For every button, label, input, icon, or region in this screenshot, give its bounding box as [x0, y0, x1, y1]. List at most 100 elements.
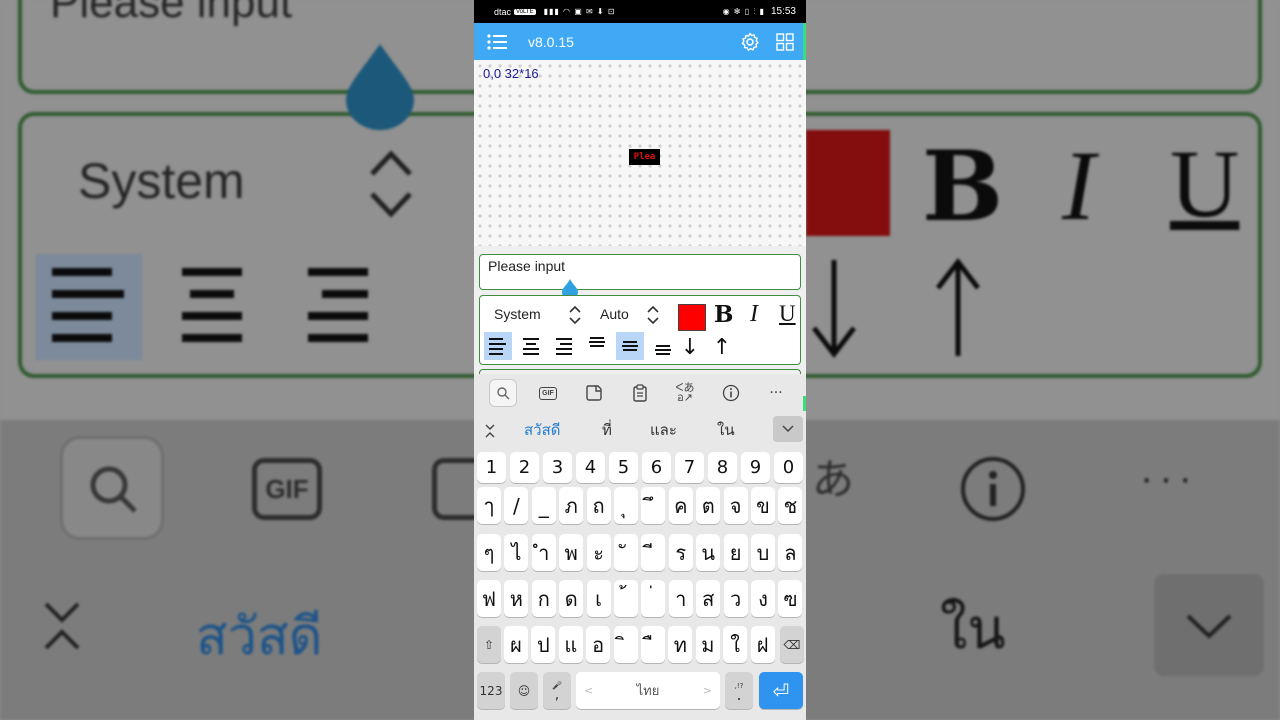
key-letter[interactable]: ี	[641, 534, 666, 571]
key-letter[interactable]: /	[504, 487, 529, 524]
key-letter[interactable]: ต	[696, 487, 721, 524]
key-letter[interactable]: ห	[504, 580, 529, 617]
layout-button[interactable]	[772, 29, 798, 55]
backspace-key[interactable]: ⌫	[780, 626, 804, 663]
key-number[interactable]: 7	[675, 452, 704, 483]
valign-top-button[interactable]	[583, 332, 611, 360]
enter-key[interactable]: ⏎	[759, 672, 803, 709]
align-left-button[interactable]	[484, 332, 512, 360]
menu-button[interactable]	[486, 31, 508, 53]
key-letter[interactable]: _	[531, 487, 556, 524]
key-letter[interactable]: พ	[559, 534, 584, 571]
key-letter[interactable]: อ	[586, 626, 611, 663]
key-letter[interactable]: ถ	[586, 487, 611, 524]
key-letter[interactable]: ื	[641, 626, 665, 663]
key-letter[interactable]: ง	[751, 580, 775, 617]
key-letter[interactable]: า	[668, 580, 693, 617]
key-number[interactable]: 6	[642, 452, 671, 483]
key-letter[interactable]: ม	[695, 626, 720, 663]
settings-button[interactable]	[737, 29, 763, 55]
numbers-mode-key[interactable]: 123	[477, 672, 505, 709]
key-letter[interactable]: ย	[723, 534, 748, 571]
align-right-button[interactable]	[550, 332, 578, 360]
key-letter[interactable]: ผ	[504, 626, 528, 663]
key-letter[interactable]: ุ	[614, 487, 638, 524]
key-letter[interactable]: ส	[696, 580, 721, 617]
key-number[interactable]: 5	[609, 452, 638, 483]
key-letter[interactable]: ล	[778, 534, 803, 571]
key-number[interactable]: 1	[477, 452, 506, 483]
shift-key[interactable]: ⇧	[477, 626, 501, 663]
keyboard-gif-button[interactable]: GIF	[534, 379, 562, 407]
key-letter[interactable]: ำ	[531, 534, 556, 571]
key-letter[interactable]: ใ	[723, 626, 748, 663]
key-letter[interactable]: ไ	[504, 534, 529, 571]
font-family-updown-icon[interactable]	[568, 304, 582, 326]
key-letter[interactable]: ภ	[559, 487, 584, 524]
keyboard-translate-button[interactable]: ᐸあ อ↗	[671, 379, 699, 407]
key-letter[interactable]: ๆ	[477, 534, 501, 571]
keyboard-more-button[interactable]: ···	[762, 379, 790, 407]
comma-mic-key[interactable]: 🎤,	[543, 672, 571, 709]
move-up-button[interactable]: ↑	[712, 332, 732, 362]
key-letter[interactable]: ก	[531, 580, 556, 617]
text-color-swatch[interactable]	[678, 304, 706, 331]
underline-button[interactable]: U	[779, 301, 796, 327]
key-number[interactable]: 4	[576, 452, 605, 483]
key-letter[interactable]: จ	[723, 487, 748, 524]
font-size-updown-icon[interactable]	[646, 304, 660, 326]
key-letter[interactable]: ร	[668, 534, 693, 571]
key-number[interactable]: 9	[741, 452, 770, 483]
key-letter[interactable]: ค	[668, 487, 693, 524]
key-letter[interactable]: บ	[751, 534, 775, 571]
keyboard-search-button[interactable]	[489, 379, 517, 407]
text-input-field[interactable]: Please input	[479, 254, 801, 290]
keyboard-sticker-button[interactable]	[580, 379, 608, 407]
valign-bottom-button[interactable]	[649, 332, 677, 360]
period-key[interactable]: ,!?.	[725, 672, 753, 709]
key-letter[interactable]: ะ	[586, 534, 611, 571]
key-letter[interactable]: ข	[751, 487, 775, 524]
suggestion-1[interactable]: สวัสดี	[524, 418, 560, 442]
key-letter[interactable]: ึ	[641, 487, 666, 524]
key-letter[interactable]: ่	[641, 580, 666, 617]
keyboard-collapse-button[interactable]	[773, 416, 803, 442]
key-letter[interactable]: ้	[614, 580, 638, 617]
keyboard-info-button[interactable]	[717, 379, 745, 407]
key-number[interactable]: 2	[510, 452, 539, 483]
key-letter[interactable]: ว	[723, 580, 748, 617]
key-number[interactable]: 3	[543, 452, 572, 483]
suggestion-3[interactable]: และ	[650, 418, 677, 442]
key-letter[interactable]: ิ	[613, 626, 638, 663]
key-letter[interactable]: ป	[531, 626, 556, 663]
collapse-suggest-icon[interactable]	[484, 423, 496, 439]
key-number[interactable]: 8	[708, 452, 737, 483]
key-letter[interactable]: เ	[586, 580, 611, 617]
key-letter[interactable]: ั	[614, 534, 638, 571]
align-center-button[interactable]	[517, 332, 545, 360]
key-letter[interactable]: ฟ	[477, 580, 501, 617]
bold-button[interactable]: B	[714, 301, 733, 328]
translate-icon: ᐸあ อ↗	[675, 381, 695, 404]
suggestion-2[interactable]: ที่	[602, 418, 612, 442]
led-preview-text[interactable]: Plea	[629, 149, 660, 165]
italic-button[interactable]: I	[750, 301, 758, 328]
valign-middle-button[interactable]	[616, 332, 644, 360]
space-key[interactable]: < ไทย >	[576, 672, 720, 709]
key-number[interactable]: 0	[774, 452, 803, 483]
suggestion-4[interactable]: ใน	[717, 418, 735, 442]
key-letter[interactable]: ฝ	[750, 626, 775, 663]
key-letter[interactable]: ๅ	[477, 487, 501, 524]
key-letter[interactable]: น	[696, 534, 721, 571]
key-letter[interactable]: ด	[559, 580, 584, 617]
keyboard-clipboard-button[interactable]	[626, 379, 654, 407]
key-letter[interactable]: แ	[558, 626, 583, 663]
emoji-key[interactable]: ☺	[510, 672, 538, 709]
key-letter[interactable]: ฃ	[778, 580, 803, 617]
move-down-button[interactable]: ↓	[680, 332, 700, 362]
key-letter[interactable]: ท	[668, 626, 693, 663]
led-canvas[interactable]: 0,0 32*16 Plea	[474, 60, 806, 246]
font-family-select[interactable]: System	[494, 306, 541, 322]
key-letter[interactable]: ช	[778, 487, 803, 524]
font-size-select[interactable]: Auto	[600, 306, 629, 322]
